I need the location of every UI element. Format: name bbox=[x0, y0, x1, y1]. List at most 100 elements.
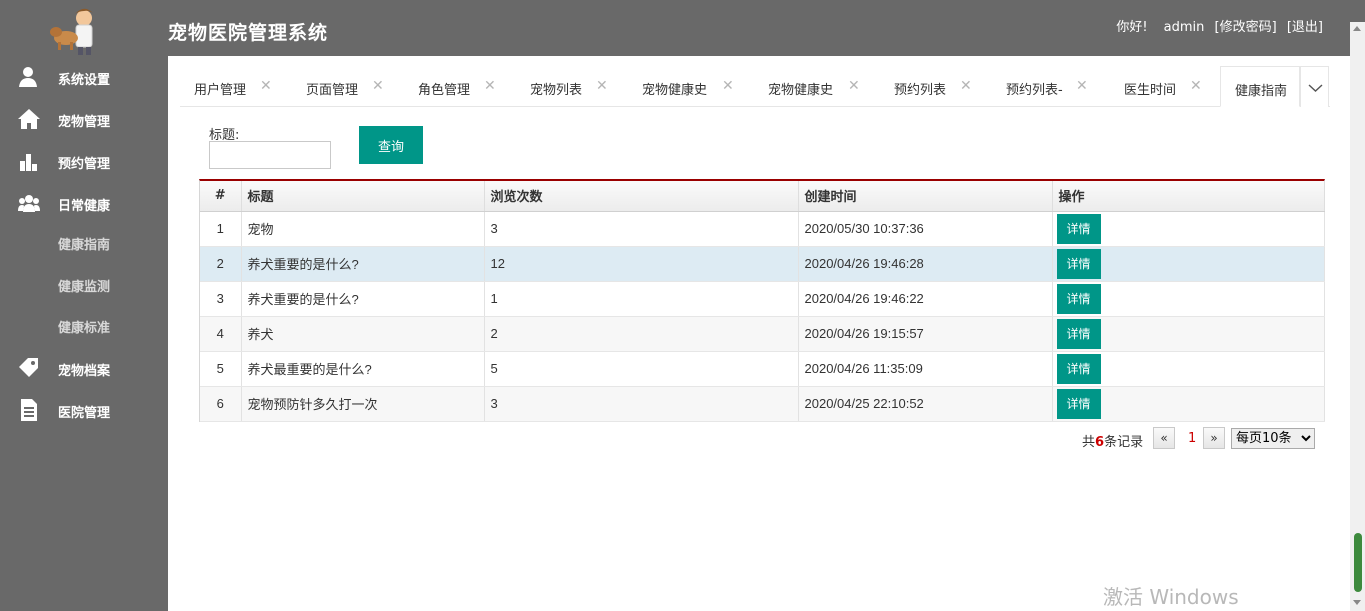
tab-pet-health-history[interactable]: 宠物健康史 ✕ bbox=[628, 66, 754, 107]
table-row[interactable]: 4 养犬 2 2020/04/26 19:15:57 详情 bbox=[200, 316, 1325, 352]
detail-button[interactable]: 详情 bbox=[1056, 248, 1101, 279]
next-page-button[interactable]: » bbox=[1203, 427, 1225, 449]
total-prefix: 共 bbox=[1082, 435, 1096, 450]
sidebar-subitem-health-monitoring[interactable]: 健康监测 bbox=[58, 276, 110, 295]
close-icon[interactable]: ✕ bbox=[484, 78, 496, 94]
detail-button[interactable]: 详情 bbox=[1056, 388, 1101, 419]
total-count: 6 bbox=[1095, 435, 1105, 450]
cell-title: 养犬重要的是什么? bbox=[241, 281, 485, 317]
close-icon[interactable]: ✕ bbox=[260, 78, 272, 94]
tab-pet-list[interactable]: 宠物列表 ✕ bbox=[516, 66, 628, 107]
scroll-down-icon[interactable] bbox=[1353, 600, 1361, 605]
cell-index: 4 bbox=[200, 316, 242, 352]
close-icon[interactable]: ✕ bbox=[1190, 78, 1202, 94]
cell-index: 1 bbox=[200, 211, 242, 247]
close-icon[interactable]: ✕ bbox=[960, 78, 972, 94]
tab-pet-health-history-2[interactable]: 宠物健康史 ✕ bbox=[754, 66, 880, 107]
column-header-actions: 操作 bbox=[1052, 181, 1325, 212]
sidebar-item-label: 系统设置 bbox=[58, 73, 111, 88]
greeting-text: 你好! bbox=[1116, 20, 1148, 35]
total-records: 共6条记录 bbox=[1082, 431, 1143, 450]
column-header-created[interactable]: 创建时间 bbox=[798, 181, 1053, 212]
table-row[interactable]: 6 宠物预防针多久打一次 3 2020/04/25 22:10:52 详情 bbox=[200, 386, 1325, 422]
sidebar-item-appointment-management[interactable]: 预约管理 bbox=[0, 142, 168, 178]
cell-views: 12 bbox=[484, 246, 799, 282]
document-icon bbox=[21, 399, 37, 421]
tab-label: 医生时间 bbox=[1124, 83, 1177, 98]
tab-user-management[interactable]: 用户管理 ✕ bbox=[180, 66, 292, 107]
tab-role-management[interactable]: 角色管理 ✕ bbox=[404, 66, 516, 107]
tab-label: 预约列表 bbox=[894, 83, 947, 98]
cell-title: 养犬最重要的是什么? bbox=[241, 351, 485, 387]
sidebar-item-label: 日常健康 bbox=[58, 199, 111, 214]
detail-button[interactable]: 详情 bbox=[1056, 283, 1101, 314]
cell-actions: 详情 bbox=[1052, 386, 1325, 422]
query-button[interactable]: 查询 bbox=[359, 126, 423, 164]
detail-button[interactable]: 详情 bbox=[1056, 213, 1101, 244]
cell-created: 2020/05/30 10:37:36 bbox=[798, 211, 1053, 247]
activation-watermark: 激活 Windows bbox=[1103, 585, 1239, 609]
change-password-link[interactable]: [修改密码] bbox=[1215, 20, 1277, 35]
close-icon[interactable]: ✕ bbox=[722, 78, 734, 94]
cell-actions: 详情 bbox=[1052, 281, 1325, 317]
cell-created: 2020/04/26 11:35:09 bbox=[798, 351, 1053, 387]
tab-label: 宠物列表 bbox=[530, 83, 583, 98]
cell-title: 宠物预防针多久打一次 bbox=[241, 386, 485, 422]
data-grid: # 标题 浏览次数 创建时间 操作 1 宠物 3 2020/05/30 10:3… bbox=[199, 179, 1325, 422]
table-row[interactable]: 3 养犬重要的是什么? 1 2020/04/26 19:46:22 详情 bbox=[200, 281, 1325, 317]
sidebar: 系统设置 宠物管理 预约管理 日常健康 健康指南 健康监测 健康标准 宠物档案 … bbox=[0, 56, 168, 611]
health-guide-table: # 标题 浏览次数 创建时间 操作 1 宠物 3 2020/05/30 10:3… bbox=[200, 181, 1325, 422]
close-icon[interactable]: ✕ bbox=[848, 78, 860, 94]
prev-page-button[interactable]: « bbox=[1153, 427, 1175, 449]
sidebar-item-label: 宠物管理 bbox=[58, 115, 111, 130]
close-icon[interactable]: ✕ bbox=[596, 78, 608, 94]
cell-index: 3 bbox=[200, 281, 242, 317]
tab-more-button[interactable] bbox=[1300, 66, 1329, 107]
page-scrollbar[interactable] bbox=[1350, 22, 1365, 611]
total-suffix: 条记录 bbox=[1104, 435, 1144, 450]
sidebar-item-label: 预约管理 bbox=[58, 157, 111, 172]
cell-title: 养犬 bbox=[241, 316, 485, 352]
sidebar-item-daily-health[interactable]: 日常健康 bbox=[0, 184, 168, 220]
cell-actions: 详情 bbox=[1052, 351, 1325, 387]
tab-appointment-list[interactable]: 预约列表 ✕ bbox=[880, 66, 992, 107]
sidebar-item-system-settings[interactable]: 系统设置 bbox=[0, 58, 168, 94]
cell-index: 6 bbox=[200, 386, 242, 422]
search-title-input[interactable] bbox=[209, 141, 331, 169]
sidebar-subitem-health-guide[interactable]: 健康指南 bbox=[58, 234, 110, 253]
column-header-views[interactable]: 浏览次数 bbox=[484, 181, 799, 212]
detail-button[interactable]: 详情 bbox=[1056, 318, 1101, 349]
sidebar-item-label: 医院管理 bbox=[58, 406, 111, 421]
column-header-title[interactable]: 标题 bbox=[241, 181, 485, 212]
close-icon[interactable]: ✕ bbox=[372, 78, 384, 94]
page-size-select[interactable]: 每页10条 bbox=[1231, 428, 1315, 449]
cell-actions: 详情 bbox=[1052, 246, 1325, 282]
tab-page-management[interactable]: 页面管理 ✕ bbox=[292, 66, 404, 107]
logout-link[interactable]: [退出] bbox=[1287, 20, 1323, 35]
sidebar-subitem-health-standard[interactable]: 健康标准 bbox=[58, 317, 110, 336]
table-row[interactable]: 5 养犬最重要的是什么? 5 2020/04/26 11:35:09 详情 bbox=[200, 351, 1325, 387]
close-icon[interactable]: ✕ bbox=[1076, 78, 1088, 94]
tab-label: 角色管理 bbox=[418, 83, 471, 98]
current-page[interactable]: 1 bbox=[1188, 431, 1196, 446]
sidebar-item-hospital-management[interactable]: 医院管理 bbox=[0, 391, 168, 427]
detail-button[interactable]: 详情 bbox=[1056, 353, 1101, 384]
cell-views: 2 bbox=[484, 316, 799, 352]
tab-label: 宠物健康史 bbox=[768, 83, 834, 98]
tab-health-guide[interactable]: 健康指南 bbox=[1220, 66, 1300, 107]
scroll-up-icon[interactable] bbox=[1353, 26, 1361, 31]
sidebar-item-pet-records[interactable]: 宠物档案 bbox=[0, 349, 168, 385]
tab-label: 页面管理 bbox=[306, 83, 359, 98]
sidebar-item-pet-management[interactable]: 宠物管理 bbox=[0, 100, 168, 136]
tab-doctor-time[interactable]: 医生时间 ✕ bbox=[1110, 66, 1220, 107]
table-row[interactable]: 2 养犬重要的是什么? 12 2020/04/26 19:46:28 详情 bbox=[200, 246, 1325, 282]
tab-appointment-list-2[interactable]: 预约列表- ✕ bbox=[992, 66, 1110, 107]
table-row[interactable]: 1 宠物 3 2020/05/30 10:37:36 详情 bbox=[200, 211, 1325, 247]
user-area: 你好! admin [修改密码] [退出] bbox=[1110, 16, 1323, 35]
cell-views: 1 bbox=[484, 281, 799, 317]
tab-label: 健康指南 bbox=[1235, 84, 1288, 99]
top-bar: 宠物医院管理系统 你好! admin [修改密码] [退出] bbox=[0, 0, 1365, 56]
logo-icon bbox=[50, 8, 93, 55]
scroll-thumb[interactable] bbox=[1354, 533, 1362, 592]
tab-label: 宠物健康史 bbox=[642, 83, 708, 98]
